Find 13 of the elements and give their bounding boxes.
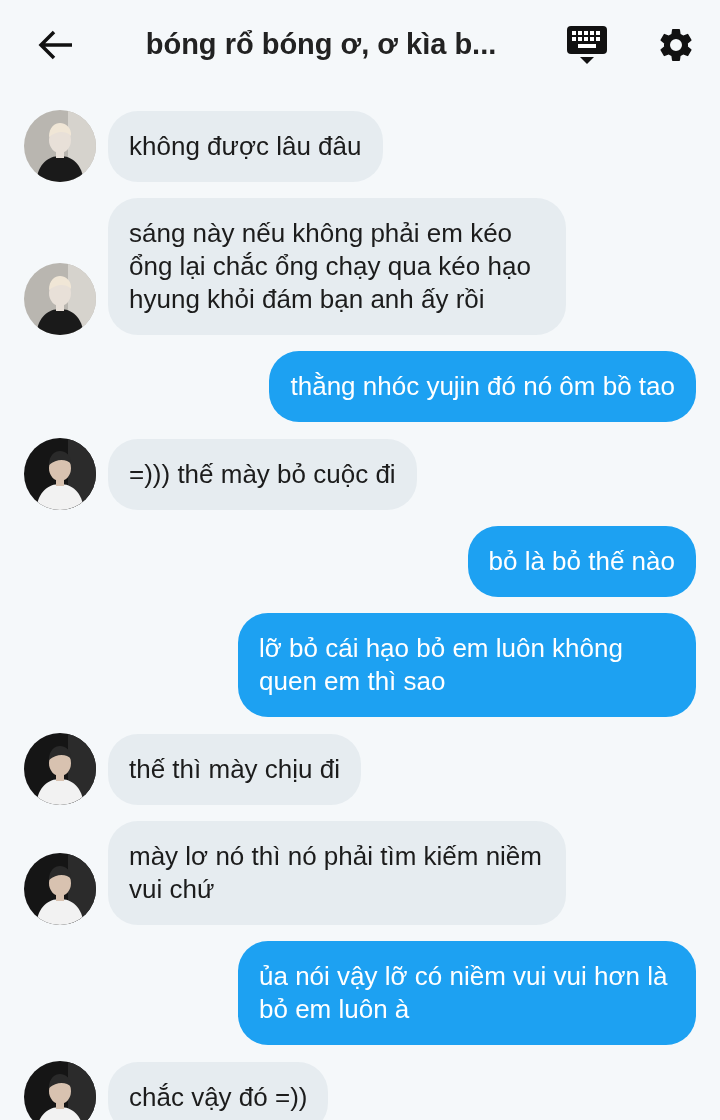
chat-title: bóng rổ bóng ơ, ơ kìa b...	[145, 28, 497, 61]
received-message: =))) thế mày bỏ cuộc đi	[108, 439, 417, 510]
sent-message: bỏ là bỏ thế nào	[467, 526, 696, 597]
keyboard-button[interactable]	[566, 24, 608, 66]
received-message: thế thì mày chịu đi	[108, 734, 361, 805]
received-message: chắc vậy đó =))	[108, 1062, 329, 1120]
received-message: không được lâu đâu	[108, 111, 383, 182]
keyboard-icon	[566, 24, 608, 66]
received-message: sáng này nếu không phải em kéo ổng lại chắc ổng chạy qua kéo hạo hyung khỏi đám bạn anh ấy rồi	[108, 198, 566, 335]
sent-message: thằng nhóc yujin đó nó ôm bồ tao	[269, 351, 696, 422]
sent-message: lỡ bỏ cái hạo bỏ em luôn không quen em thì sao	[238, 613, 696, 717]
received-message: mày lơ nó thì nó phải tìm kiếm niềm vui chứ	[108, 821, 566, 925]
sent-message: ủa nói vậy lỡ có niềm vui vui hơn là bỏ em luôn à	[238, 941, 696, 1045]
